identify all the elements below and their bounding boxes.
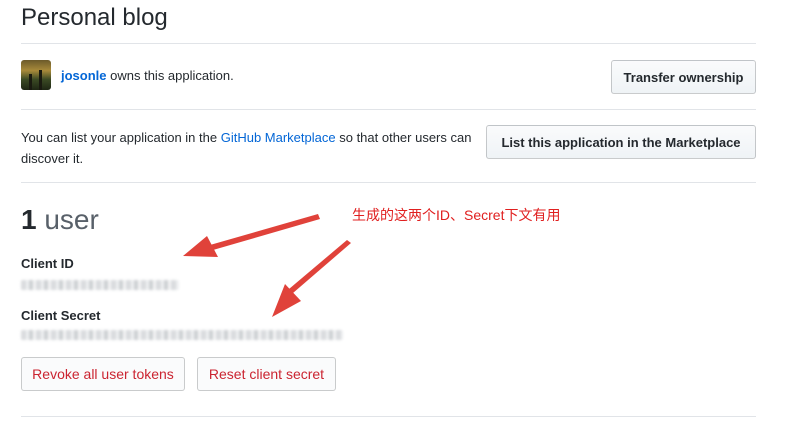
arrow-to-client-id: [183, 214, 320, 257]
annotation-arrows: [183, 214, 351, 317]
arrow-to-client-secret: [272, 240, 351, 317]
